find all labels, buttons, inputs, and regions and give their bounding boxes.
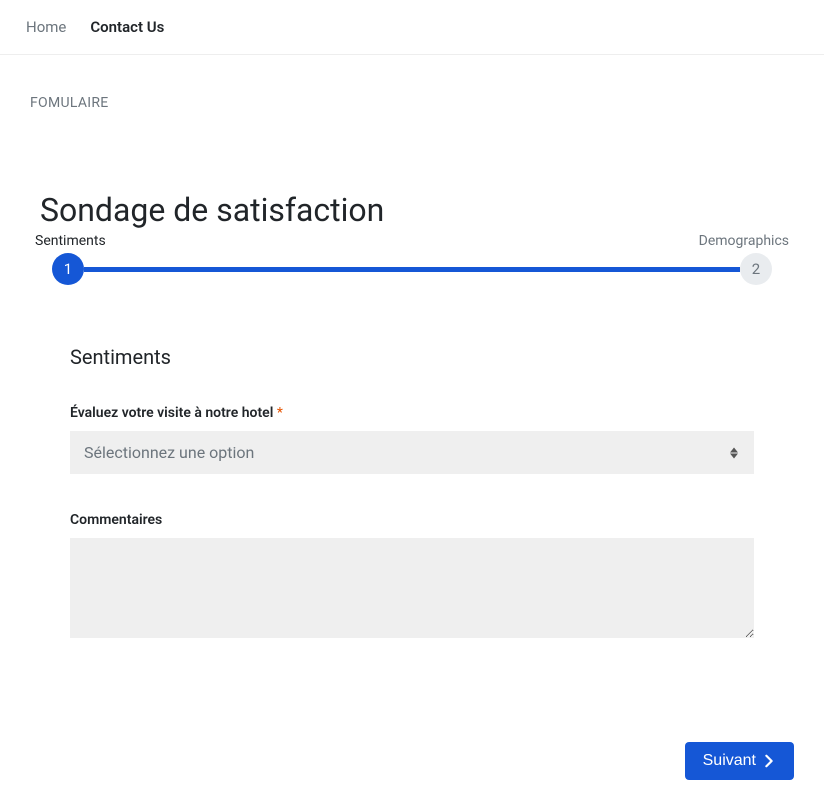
rating-select-wrap: Sélectionnez une option [70, 431, 754, 474]
nav-home-link[interactable]: Home [26, 18, 66, 36]
progress-step2-circle[interactable]: 2 [740, 253, 772, 285]
next-button[interactable]: Suivant [685, 742, 794, 780]
form-area: Sentiments Évaluez votre visite à notre … [30, 285, 794, 642]
required-star-icon: * [277, 405, 283, 421]
page-title: Sondage de satisfaction [30, 191, 794, 229]
footer-actions: Suivant [0, 672, 824, 810]
chevron-right-icon [762, 754, 776, 768]
progress-step1-circle[interactable]: 1 [52, 253, 84, 285]
next-button-label: Suivant [703, 752, 756, 770]
progress-step2-label: Demographics [699, 233, 789, 249]
section-heading: Sentiments [70, 345, 754, 369]
comments-label: Commentaires [70, 512, 754, 528]
comments-textarea[interactable] [70, 538, 754, 638]
nav-contact-link[interactable]: Contact Us [90, 18, 164, 36]
progress-line [84, 267, 740, 272]
rating-label-text: Évaluez votre visite à notre hotel [70, 405, 273, 421]
main-container: FOMULAIRE Sondage de satisfaction Sentim… [0, 55, 824, 672]
breadcrumb: FOMULAIRE [30, 95, 794, 111]
progress-step1-label: Sentiments [35, 233, 106, 249]
rating-select[interactable]: Sélectionnez une option [70, 431, 754, 474]
rating-label: Évaluez votre visite à notre hotel * [70, 405, 754, 421]
top-nav: Home Contact Us [0, 0, 824, 55]
progress-indicator: Sentiments Demographics 1 2 [30, 233, 794, 285]
